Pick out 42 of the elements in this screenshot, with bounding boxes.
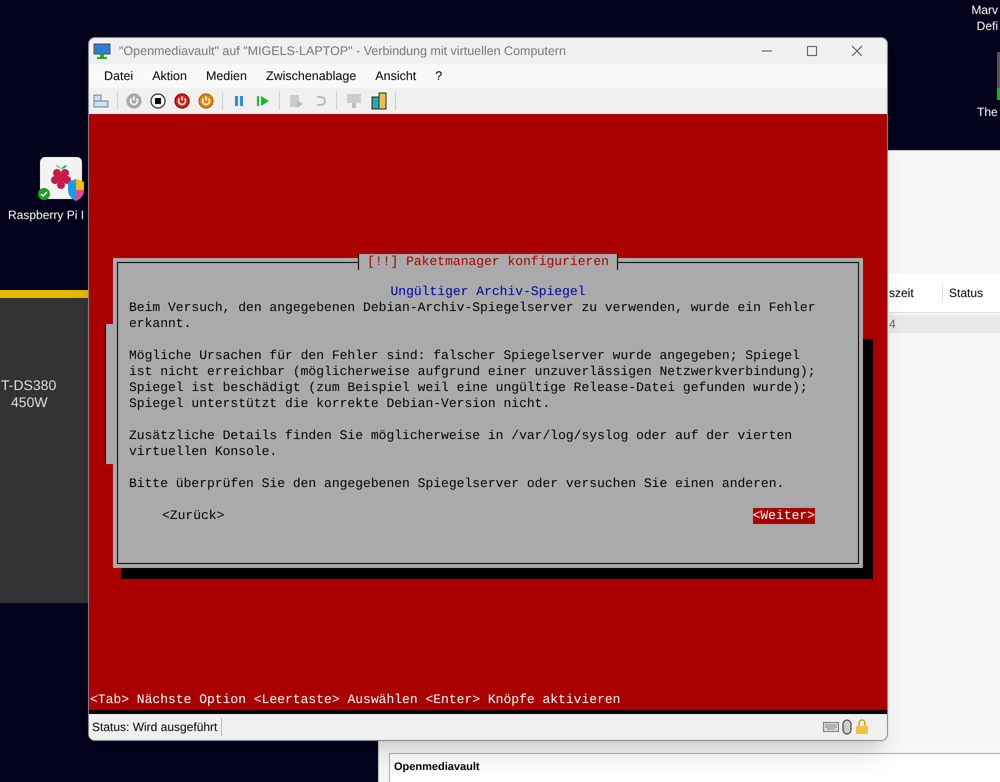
- menu-item[interactable]: ?: [435, 66, 442, 86]
- panel-text: T-DS380: [1, 377, 56, 394]
- archive-icon[interactable]: [371, 92, 387, 110]
- power-icon[interactable]: [198, 93, 214, 109]
- close-icon[interactable]: [851, 45, 863, 57]
- desktop-icon-label: Defi: [976, 18, 998, 34]
- menu-item[interactable]: Zwischenablage: [266, 66, 356, 86]
- table-cell-text: 4: [889, 316, 896, 333]
- status-text: Status: Wird ausgeführt: [92, 718, 222, 736]
- column-header[interactable]: Status: [943, 284, 984, 302]
- checkpoint-icon[interactable]: [288, 93, 304, 109]
- window-title: "Openmediavault" auf "MIGELS-LAPTOP" - Verbindung mit virtuellen Computern: [119, 42, 566, 60]
- menu-item[interactable]: Aktion: [152, 66, 187, 86]
- key-hint: <Tab> Nächste Option <Leertaste> Auswählen <Enter> Knöpfe aktivieren: [90, 692, 620, 708]
- play-icon[interactable]: [255, 93, 271, 109]
- raspberry-app-icon[interactable]: [38, 156, 84, 202]
- maximize-icon[interactable]: [806, 45, 818, 57]
- desktop-icon-label: Raspberry Pi I: [8, 207, 84, 224]
- stop-icon[interactable]: [150, 93, 166, 109]
- dialog-text: Zusätzliche Details finden Sie möglicherweise in /var/log/syslog oder auf der vierten virtuellen Konsole.: [129, 428, 794, 460]
- keyboard-icon: [823, 722, 839, 732]
- dialog-text: Bitte überprüfen Sie den angegebenen Spiegelserver oder versuchen Sie einen anderen.: [129, 476, 786, 492]
- monitor-icon: [93, 43, 111, 59]
- dialog-button[interactable]: <Zurück>: [162, 508, 224, 524]
- menu-item[interactable]: Datei: [104, 66, 134, 86]
- column-header[interactable]: szeit: [889, 284, 943, 302]
- dialog-heading: Ungültiger Archiv-Spiegel: [390, 284, 586, 300]
- menu-item[interactable]: Medien: [206, 66, 247, 86]
- power-icon[interactable]: [174, 93, 190, 109]
- dialog-button[interactable]: <Weiter>: [752, 508, 815, 524]
- panel-text: 450W: [11, 394, 48, 411]
- mouse-icon: [842, 719, 852, 735]
- dialog-title: [!!] Paketmanager konfigurieren: [358, 254, 618, 270]
- table-row[interactable]: 4: [889, 315, 1000, 333]
- section-title: Openmediavault: [394, 761, 480, 773]
- desktop-icon-label: The: [977, 104, 998, 121]
- dialog-text: Beim Versuch, den angegebenen Debian-Archiv-Spiegelserver zu verwenden, wurde ein Fehler erkannt.: [129, 300, 817, 332]
- menu-item[interactable]: Ansicht: [375, 66, 416, 86]
- layout-icon[interactable]: [93, 94, 109, 108]
- lock-icon: [855, 719, 869, 735]
- desktop-icon-label: Marv: [971, 2, 998, 18]
- dialog-text: Mögliche Ursachen für den Fehler sind: falscher Spiegelserver wurde angegeben; Spiegel ist nicht erreichbar (möglicherweise aufgrund einer unzuverlässigen Netzwerkverbindung); Spiegel ist beschädigt (zum Beispiel weil eine ungültige Release-Datei gefunden wurde); Spiegel unterstützt die korrekte Debian-Version nicht.: [129, 348, 817, 412]
